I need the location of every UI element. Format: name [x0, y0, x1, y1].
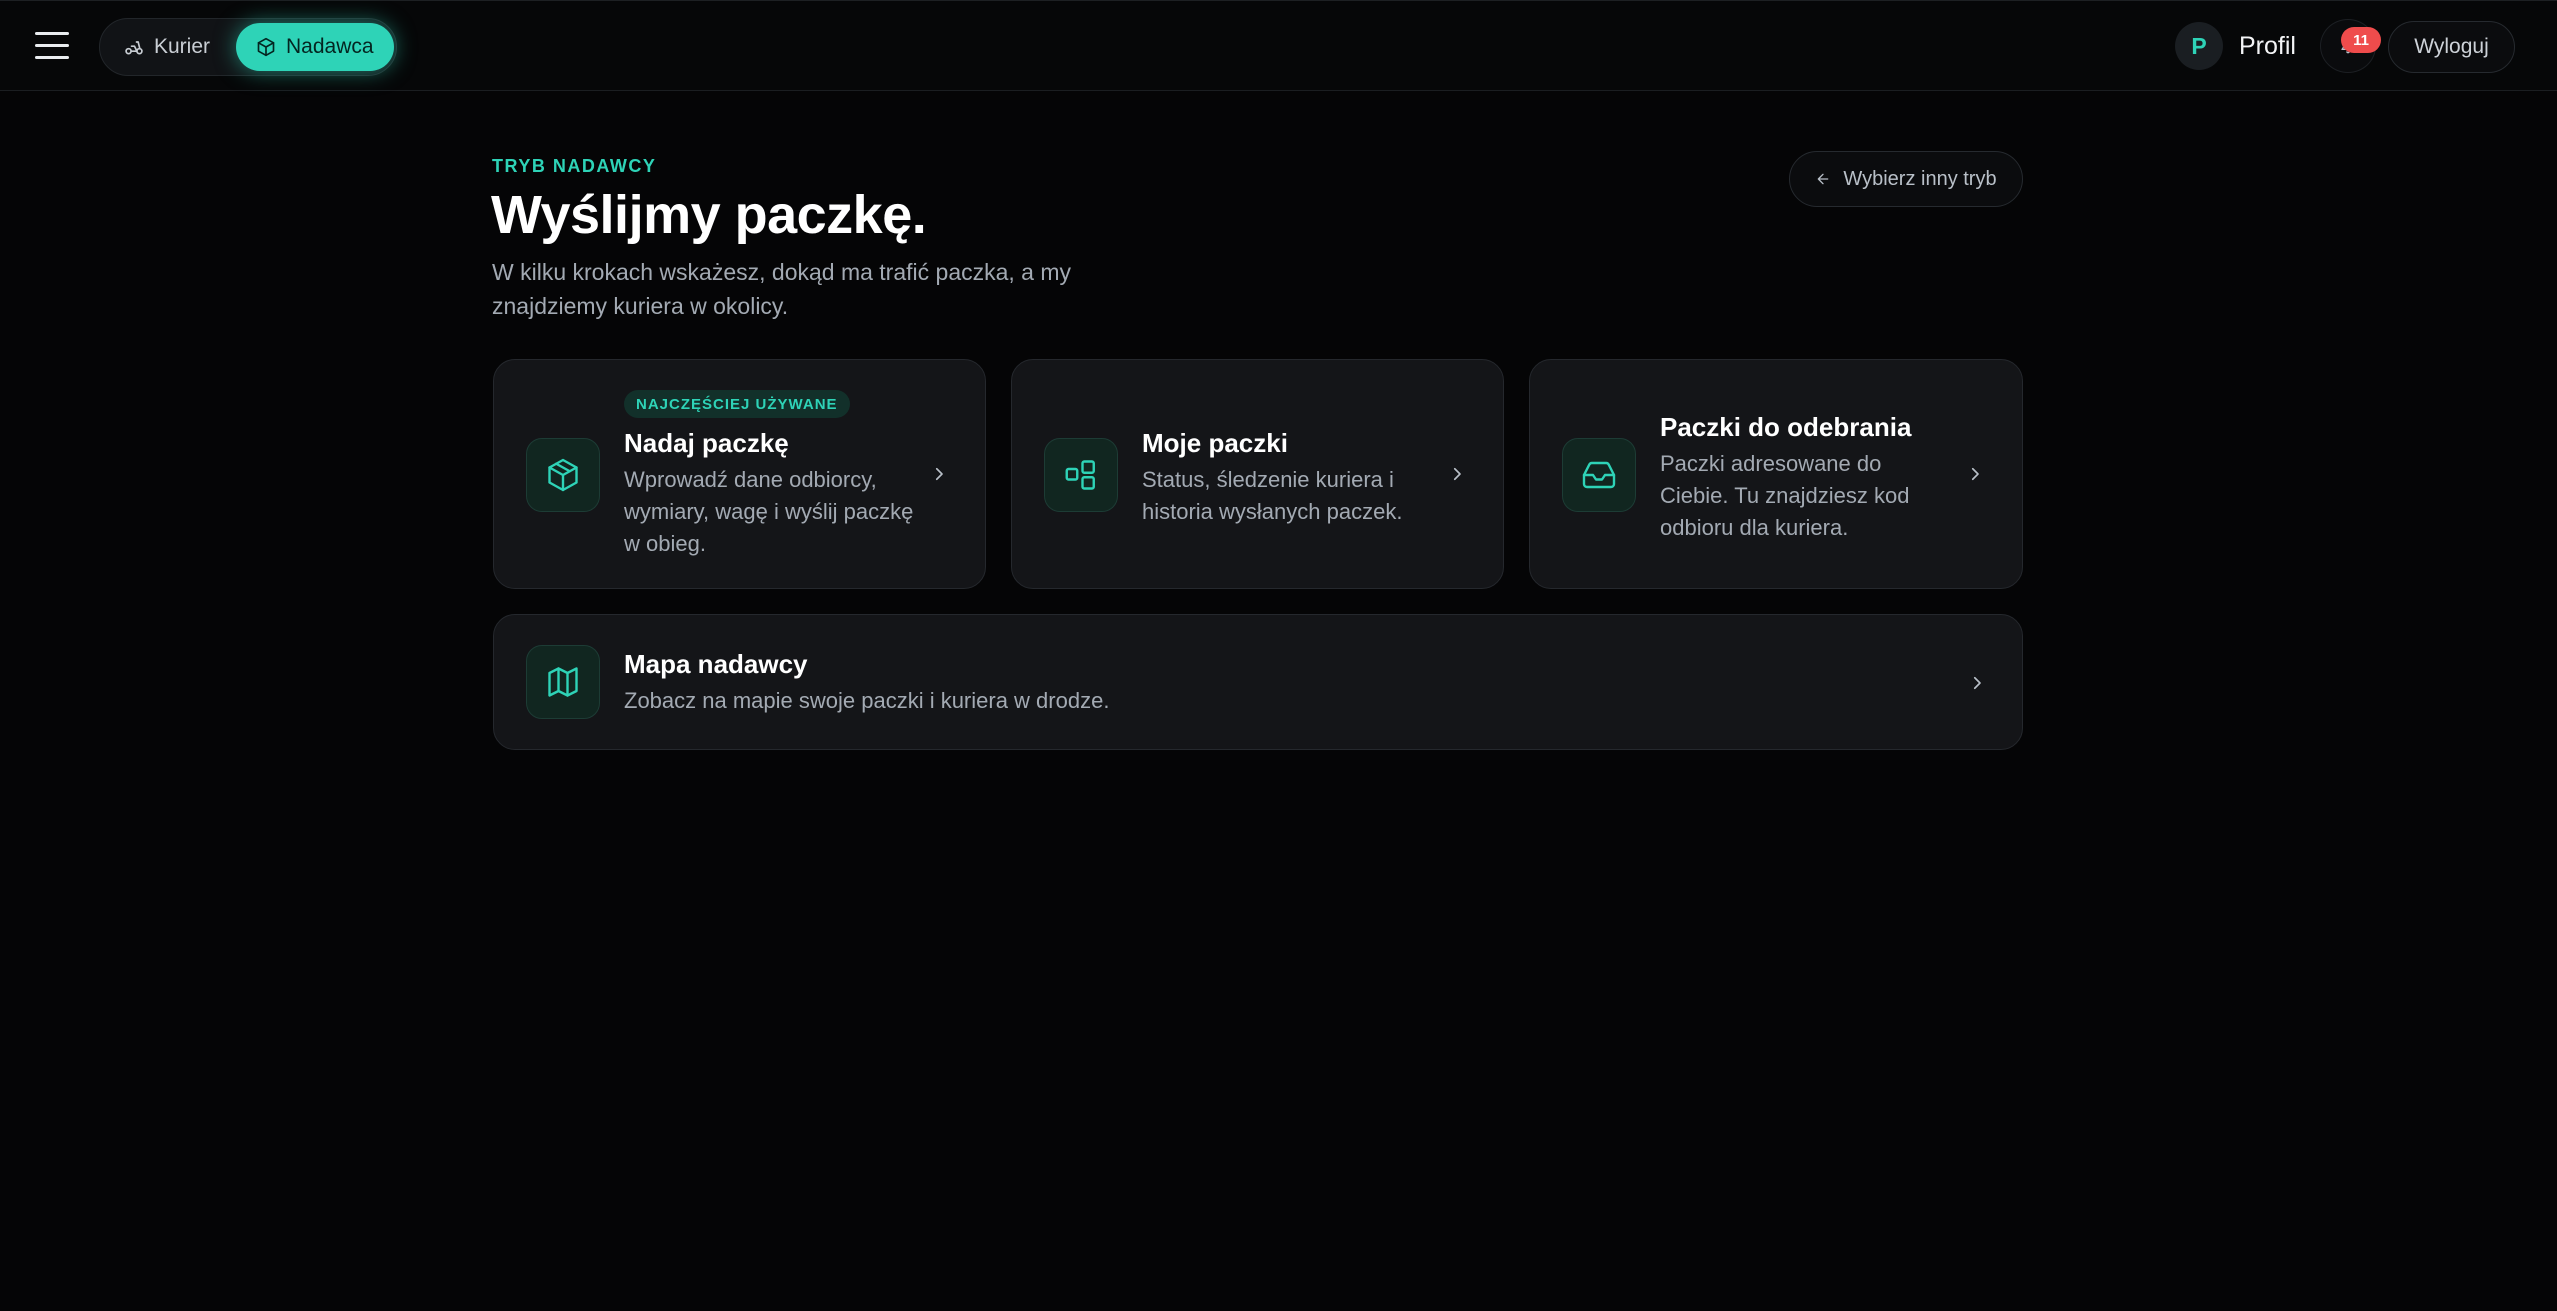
card-description: Zobacz na mapie swoje paczki i kuriera w… — [624, 688, 1110, 713]
card-description: Paczki adresowane do Ciebie. Tu znajdzie… — [1660, 451, 1910, 540]
package-icon — [548, 458, 578, 492]
package-icon — [257, 37, 275, 57]
card-description: Wprowadź dane odbiorcy, wymiary, wagę i … — [624, 467, 914, 556]
card-title: Paczki do odebrania — [1660, 412, 1912, 442]
profile-button[interactable]: P Profil — [2175, 22, 2296, 70]
my-packages-card[interactable]: Moje paczki Status, śledzenie kuriera i … — [1011, 359, 1504, 589]
card-title: Moje paczki — [1142, 428, 1288, 458]
arrow-left-icon — [1818, 173, 1829, 185]
scooter-icon — [125, 41, 143, 55]
mode-kurier-button[interactable]: Kurier — [124, 23, 210, 71]
card-icon-box — [526, 645, 600, 719]
inbox-icon — [1582, 461, 1616, 489]
mode-nadawca-label: Nadawca — [286, 35, 374, 58]
mode-eyebrow: TRYB NADAWCY — [492, 156, 657, 176]
map-icon — [548, 667, 578, 697]
choose-other-mode-button[interactable]: Wybierz inny tryb — [1789, 151, 2023, 207]
packages-to-receive-card[interactable]: Paczki do odebrania Paczki adresowane do… — [1529, 359, 2023, 589]
logout-button[interactable]: Wyloguj — [2388, 21, 2515, 73]
choose-other-mode-label: Wybierz inny tryb — [1843, 167, 1997, 190]
menu-icon[interactable] — [35, 32, 69, 60]
page-subtitle: W kilku krokach wskażesz, dokąd ma trafi… — [492, 259, 1072, 319]
chevron-right-icon — [1453, 467, 1461, 481]
mode-switch: Kurier Nadawca — [99, 18, 397, 76]
chevron-right-icon — [1971, 467, 1979, 481]
mode-nadawca-button[interactable]: Nadawca — [236, 23, 394, 71]
mode-kurier-label: Kurier — [154, 35, 211, 58]
sender-map-card[interactable]: Mapa nadawcy Zobacz na mapie swoje paczk… — [493, 614, 2023, 750]
page-title: Wyślijmy paczkę. — [491, 185, 927, 245]
notification-count-badge: 11 — [2341, 27, 2381, 53]
card-title: Nadaj paczkę — [624, 428, 789, 458]
profile-label: Profil — [2239, 31, 2296, 60]
card-icon-box — [526, 438, 600, 512]
chevron-right-icon — [935, 467, 943, 481]
card-icon-box — [1562, 438, 1636, 512]
send-package-card[interactable]: NAJCZĘŚCIEJ UŻYWANE Nadaj paczkę Wprowad… — [493, 359, 986, 589]
chevron-right-icon — [1973, 676, 1981, 690]
top-bar: Kurier Nadawca P Profil 11 Wyloguj — [0, 0, 2557, 91]
card-description: Status, śledzenie kuriera i historia wys… — [1142, 467, 1403, 524]
boxes-icon — [1065, 460, 1095, 490]
card-title: Mapa nadawcy — [624, 649, 808, 679]
card-icon-box — [1044, 438, 1118, 512]
avatar: P — [2175, 22, 2223, 70]
most-used-badge: NAJCZĘŚCIEJ UŻYWANE — [624, 390, 850, 418]
